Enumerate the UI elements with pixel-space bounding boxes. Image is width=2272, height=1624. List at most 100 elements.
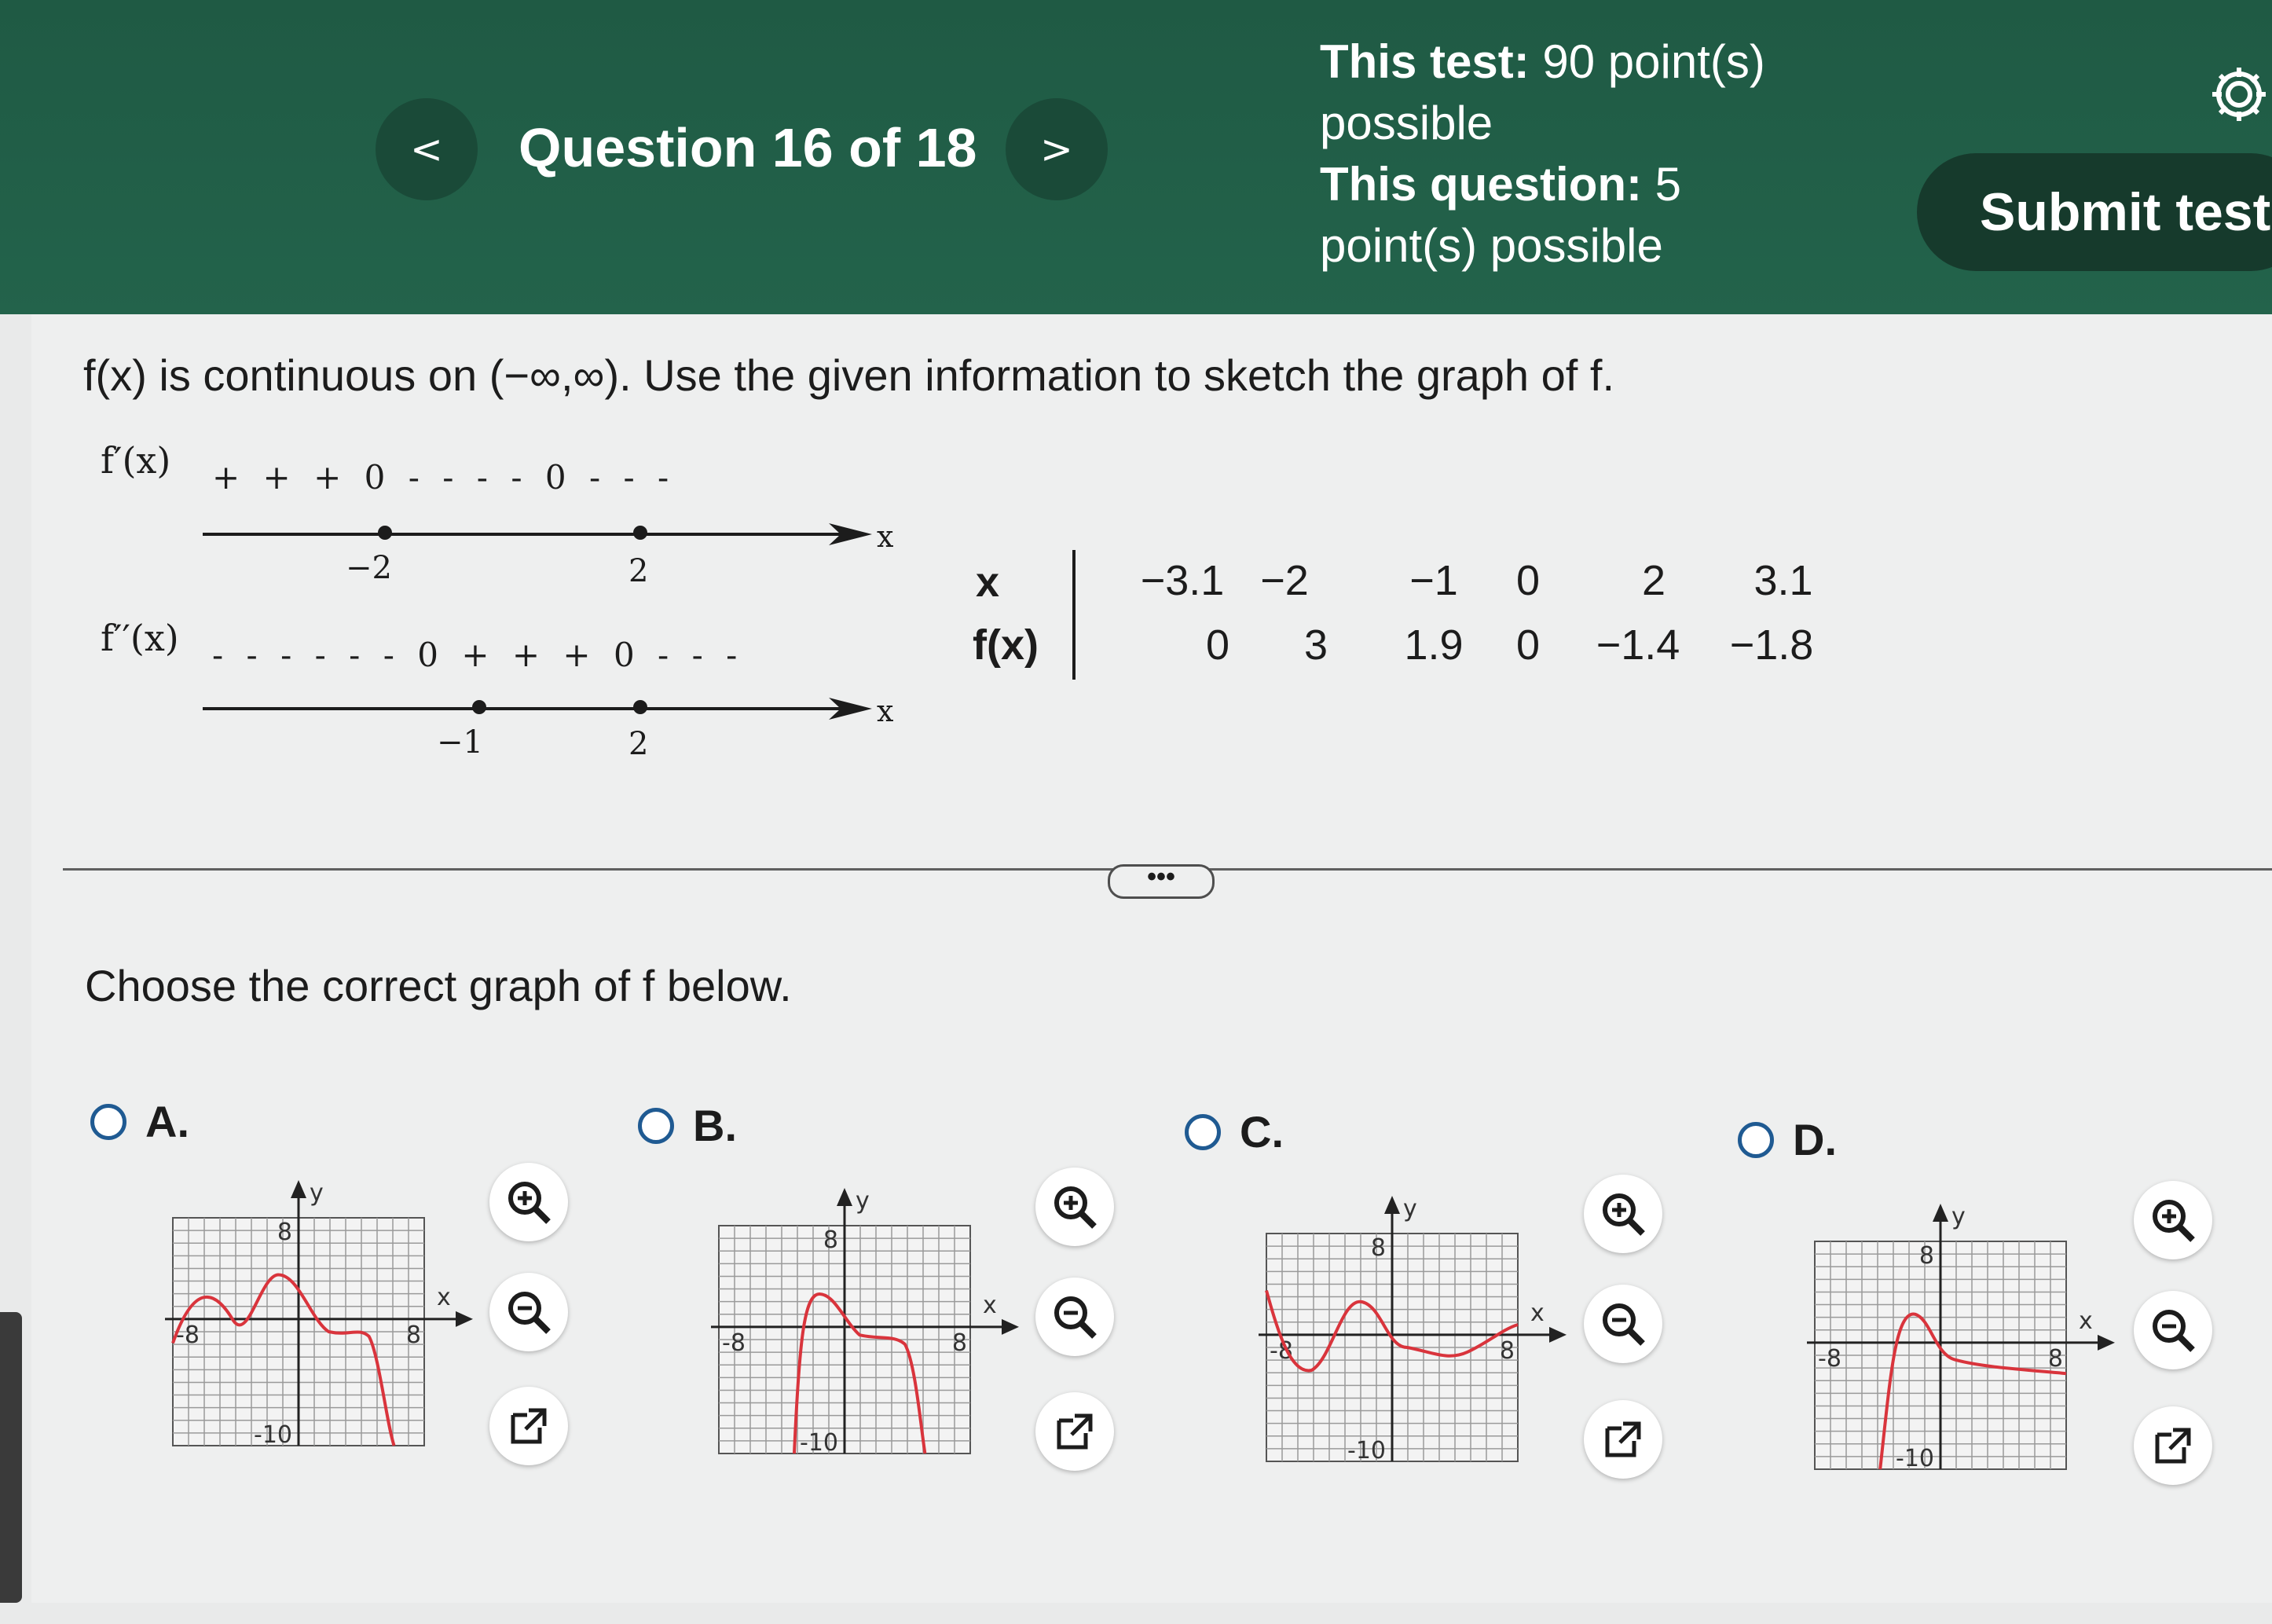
option-b[interactable]: B. xyxy=(638,1100,737,1151)
table-fx-value: 0 xyxy=(1515,621,1541,669)
external-link-icon xyxy=(1605,1421,1641,1457)
problem-prompt: f(x) is continuous on (−∞,∞). Use the gi… xyxy=(83,350,1615,400)
x-tick-right: 8 xyxy=(952,1329,967,1357)
option-d[interactable]: D. xyxy=(1738,1114,1837,1165)
option-c[interactable]: C. xyxy=(1185,1106,1284,1157)
table-fx-value: −1.4 xyxy=(1596,621,1680,669)
chevron-right-icon: > xyxy=(1040,126,1073,172)
external-link-icon xyxy=(1057,1413,1093,1450)
y-tick-bottom: -10 xyxy=(800,1429,838,1457)
next-question-button[interactable]: > xyxy=(1006,98,1108,200)
zoom-in-icon xyxy=(1054,1186,1097,1229)
zoom-out-button[interactable] xyxy=(1584,1285,1662,1363)
radio-b[interactable] xyxy=(638,1107,674,1144)
fdouble-signs: - - - - - - 0 + + + 0 - - - xyxy=(212,636,743,674)
option-a[interactable]: A. xyxy=(90,1096,189,1147)
fprime-label: f′(x) xyxy=(101,439,170,482)
option-b-label: B. xyxy=(693,1101,737,1150)
zoom-out-button[interactable] xyxy=(1035,1278,1114,1356)
zoom-in-button[interactable] xyxy=(1035,1168,1114,1246)
zoom-in-button[interactable] xyxy=(1584,1175,1662,1253)
radio-c[interactable] xyxy=(1185,1113,1221,1150)
zoom-out-icon xyxy=(1054,1296,1097,1339)
option-c-label: C. xyxy=(1240,1107,1284,1157)
table-fx-value: 3 xyxy=(1303,621,1328,669)
radio-a[interactable] xyxy=(90,1103,126,1140)
y-tick-bottom: -10 xyxy=(254,1421,292,1449)
y-tick-bottom: -10 xyxy=(1347,1437,1386,1465)
gear-icon[interactable] xyxy=(2208,63,2270,126)
zoom-in-icon xyxy=(1603,1193,1645,1236)
zoom-in-button[interactable] xyxy=(489,1163,568,1241)
fdouble-point-1: −1 xyxy=(437,724,483,761)
x-tick-left: -8 xyxy=(722,1329,746,1357)
external-link-icon xyxy=(511,1408,547,1444)
submit-test-button[interactable]: Submit test xyxy=(1917,153,2272,271)
table-fx-value: −1.8 xyxy=(1729,621,1814,669)
sign-chart: f′(x) + + + 0 - - - - 0 - - - x −2 2 f′′… xyxy=(101,439,893,762)
x-tick-right: 8 xyxy=(1500,1337,1515,1365)
option-a-label: A. xyxy=(145,1097,189,1146)
zoom-in-icon xyxy=(2153,1200,2195,1242)
graph-a[interactable]: yx8-10-8 8 xyxy=(157,1163,503,1461)
fprime-point-1: −2 xyxy=(346,550,392,586)
x-axis-label: x xyxy=(983,1292,997,1319)
table-x-label: x xyxy=(976,559,1000,606)
graph-c[interactable]: yx8-10-8 8 xyxy=(1251,1179,1596,1477)
table-x-value: 0 xyxy=(1515,557,1541,604)
chevron-left-icon: < xyxy=(410,126,443,172)
y-axis-label: y xyxy=(1951,1203,1966,1230)
table-x-value: −3.1 xyxy=(1140,557,1225,604)
table-x-value: −2 xyxy=(1260,557,1309,604)
choose-prompt: Choose the correct graph of f below. xyxy=(85,961,792,1010)
expand-more-button[interactable]: ••• xyxy=(1108,863,1215,899)
y-tick-bottom: -10 xyxy=(1896,1445,1934,1472)
y-axis-label: y xyxy=(310,1179,324,1207)
x-tick-left: -8 xyxy=(1818,1345,1841,1373)
table-fx-label: f(x) xyxy=(973,621,1039,669)
fprime-axis-x: x xyxy=(877,519,893,554)
x-axis-label: x xyxy=(2079,1307,2093,1335)
graph-d[interactable]: yx8-10-8 8 xyxy=(1799,1186,2145,1485)
top-bar xyxy=(0,0,2272,314)
y-tick-top: 8 xyxy=(1919,1242,1934,1270)
zoom-out-icon xyxy=(508,1292,551,1334)
zoom-in-button[interactable] xyxy=(2134,1181,2212,1259)
open-graph-button[interactable] xyxy=(2134,1406,2212,1485)
question-title: Question 16 of 18 xyxy=(519,117,977,178)
y-axis-label: y xyxy=(1403,1195,1417,1223)
points-info: This test: 90 point(s) possible This que… xyxy=(1320,31,1823,277)
zoom-out-button[interactable] xyxy=(2134,1291,2212,1369)
fdouble-axis-x: x xyxy=(877,694,893,728)
radio-d[interactable] xyxy=(1738,1121,1774,1158)
x-axis-label: x xyxy=(1530,1300,1545,1327)
y-tick-top: 8 xyxy=(823,1226,838,1254)
fprime-point-2: 2 xyxy=(628,553,648,589)
test-points-label: This test: xyxy=(1320,35,1530,88)
y-axis-label: y xyxy=(856,1187,870,1215)
table-x-value: 2 xyxy=(1641,557,1666,604)
table-x-value: 3.1 xyxy=(1753,557,1813,604)
x-tick-right: 8 xyxy=(406,1322,421,1349)
open-graph-button[interactable] xyxy=(1035,1392,1114,1471)
zoom-out-icon xyxy=(1603,1303,1645,1346)
question-points-label: This question: xyxy=(1320,158,1642,211)
fprime-signs: + + + 0 - - - - 0 - - - xyxy=(212,458,675,497)
scrollbar[interactable] xyxy=(0,1312,22,1603)
zoom-in-icon xyxy=(508,1182,551,1224)
zoom-out-icon xyxy=(2153,1310,2195,1352)
option-d-label: D. xyxy=(1793,1115,1837,1164)
fdouble-point-2: 2 xyxy=(628,726,648,762)
y-tick-top: 8 xyxy=(1371,1234,1386,1262)
fdouble-label: f′′(x) xyxy=(101,617,179,659)
open-graph-button[interactable] xyxy=(489,1387,568,1465)
y-tick-top: 8 xyxy=(277,1219,292,1246)
open-graph-button[interactable] xyxy=(1584,1400,1662,1479)
table-divider xyxy=(1072,550,1076,680)
x-tick-right: 8 xyxy=(2048,1345,2063,1373)
x-axis-label: x xyxy=(437,1284,451,1311)
graph-b[interactable]: yx8-10-8 8 xyxy=(703,1171,1049,1469)
external-link-icon xyxy=(2155,1428,2191,1464)
zoom-out-button[interactable] xyxy=(489,1273,568,1351)
previous-question-button[interactable]: < xyxy=(376,98,478,200)
